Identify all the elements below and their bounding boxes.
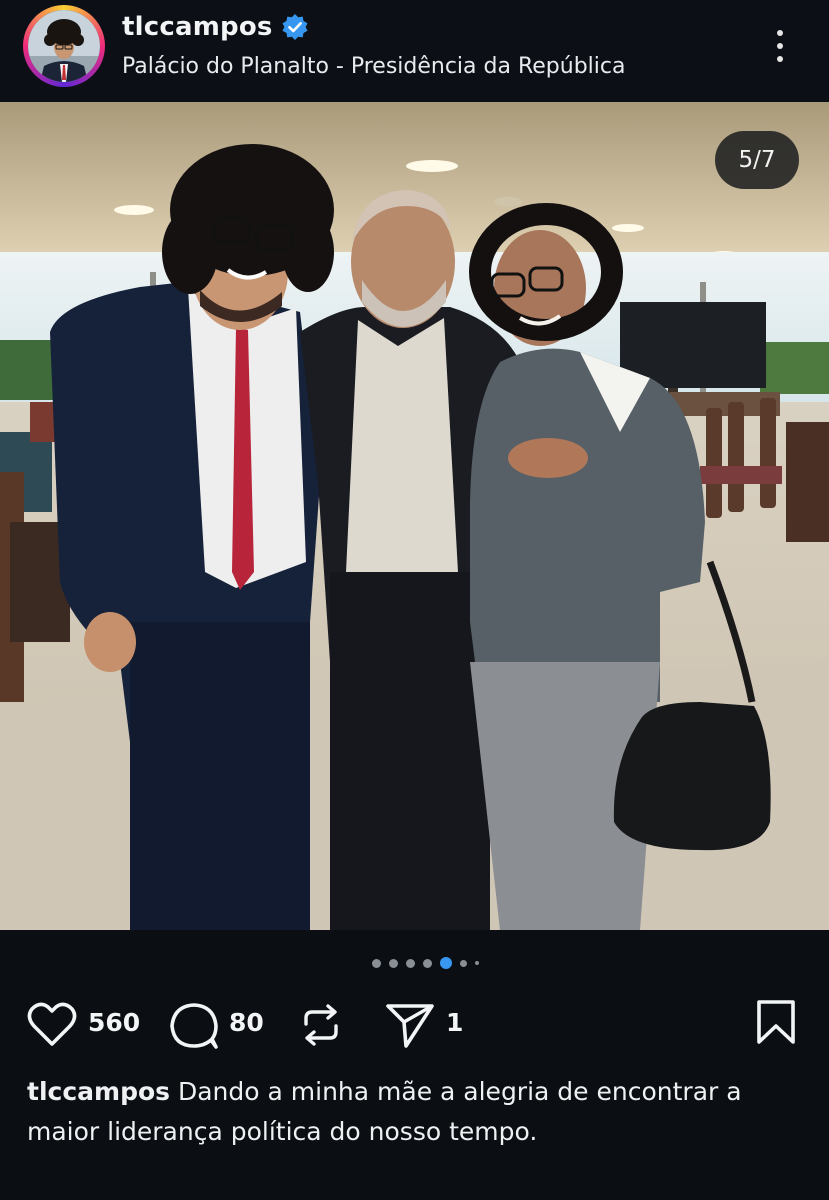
share-count[interactable]: 1: [446, 1008, 463, 1037]
more-options-icon[interactable]: [770, 28, 790, 68]
caption-username[interactable]: tlccampos: [27, 1077, 170, 1106]
comment-count[interactable]: 80: [229, 1008, 264, 1037]
bookmark-icon[interactable]: [754, 998, 798, 1046]
carousel-indicator: [370, 955, 500, 971]
slide-counter: 5/7: [715, 131, 799, 189]
post-caption: tlccampos Dando a minha mãe a alegria de…: [27, 1072, 807, 1152]
post-photo[interactable]: [0, 102, 829, 930]
carousel-dot: [406, 958, 415, 968]
carousel-dot: [460, 959, 467, 967]
post-location[interactable]: Palácio do Planalto - Presidência da Rep…: [122, 54, 625, 79]
carousel-dot: [475, 961, 479, 965]
post-header: tlccampos Palácio do Planalto - Presidên…: [0, 0, 829, 102]
username[interactable]: tlccampos: [122, 12, 273, 42]
send-icon[interactable]: [384, 1000, 436, 1050]
carousel-dot: [372, 958, 381, 968]
carousel-dot-active: [440, 957, 452, 969]
story-ring[interactable]: [23, 5, 105, 87]
comment-icon[interactable]: [168, 1000, 220, 1050]
heart-icon[interactable]: [26, 1000, 78, 1048]
verified-badge-icon: [282, 14, 308, 40]
carousel-dot: [423, 958, 432, 968]
action-bar: 560 80 1: [0, 990, 829, 1060]
avatar[interactable]: [28, 10, 100, 82]
carousel-dot: [389, 958, 398, 968]
like-count[interactable]: 560: [88, 1008, 140, 1037]
repost-icon[interactable]: [298, 1002, 344, 1048]
